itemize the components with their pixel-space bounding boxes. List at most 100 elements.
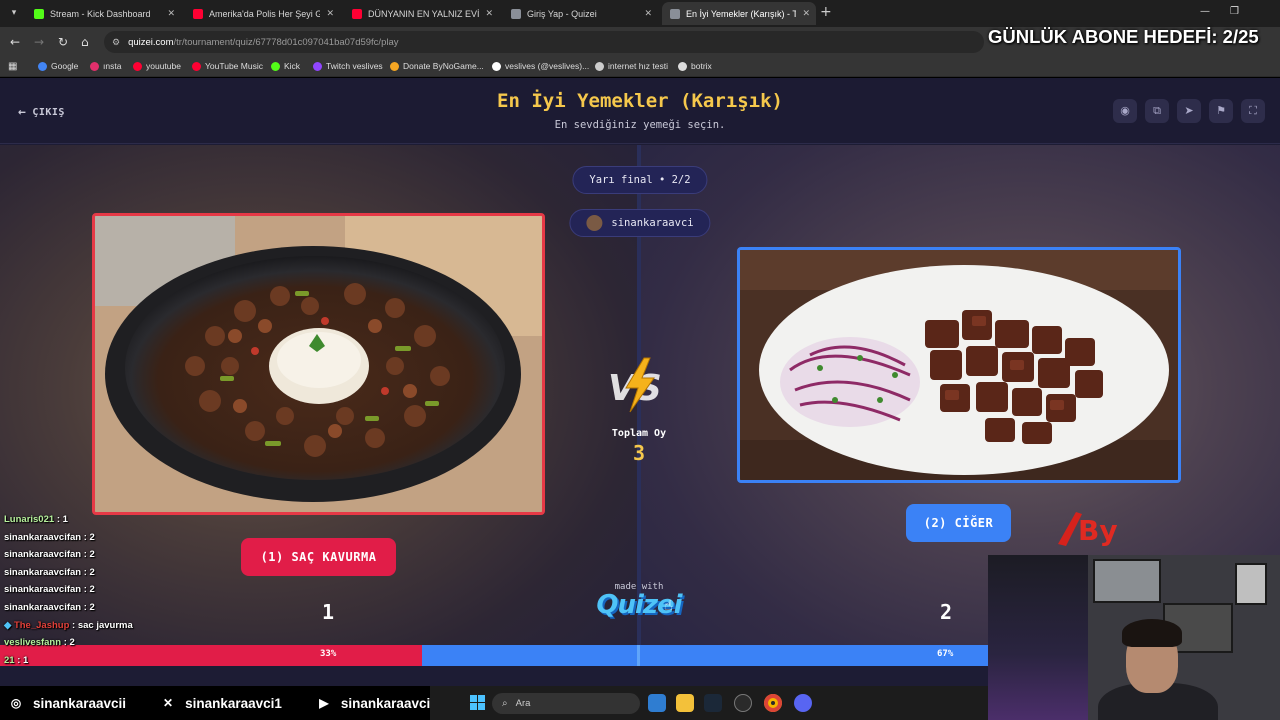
fullscreen-icon[interactable]: ⛶ [1241,99,1265,123]
tab-close-icon[interactable]: ✕ [644,8,652,19]
google-icon [38,61,47,71]
bookmark-label: Kick [284,61,301,71]
creator-badge[interactable]: sinankaraavci [569,209,711,237]
social-handle: sinankaraavcii [33,695,127,711]
tab-quizei-quiz[interactable]: En İyi Yemekler (Karışık) - Tier L ✕ [662,2,816,25]
bookmark-twitch[interactable]: Twitch veslives [313,61,383,71]
bookmark-label: ınsta [103,61,122,71]
taskbar-search-input[interactable]: ⌕ Ara [492,693,640,714]
minimize-icon[interactable]: — [1200,6,1210,17]
tab-title: DÜNYANIN EN YALNIZ EVİNDE [368,8,480,19]
new-tab-icon[interactable]: + [820,4,832,20]
bookmark-youtube[interactable]: youutube [133,61,181,71]
photos-app-icon[interactable] [648,694,666,712]
bookmark-botrix[interactable]: botrix [678,61,712,71]
quiz-subtitle: En sevdiğiniz yemeği seçin. [554,119,726,131]
left-percent-label: 33% [320,649,337,659]
social-instagram: ◎ sinankaraavcii [8,695,126,711]
chat-message: : 2 [83,549,95,561]
bar-center-marker [637,645,640,666]
bookmark-speedtest[interactable]: internet hız testi [595,61,668,71]
bookmark-google[interactable]: Google [38,61,78,71]
choose-left-button[interactable]: (1) SAÇ KAVURMA [241,538,396,576]
chat-user: sinankaraavcifan [4,566,82,578]
x-icon: ✕ [163,696,174,710]
chat-message: : 2 [83,584,95,596]
choose-right-button[interactable]: (2) CİĞER [906,504,1011,542]
reload-icon[interactable]: ↻ [58,35,68,49]
url-path: /tr/tournament/quiz/67778d01c097041ba07d… [173,36,399,48]
total-votes-label: Toplam Oy [611,428,667,439]
bookmark-insta[interactable]: ınsta [90,61,121,71]
wall-art-frame [1093,559,1161,603]
kick-favicon-icon [34,8,44,19]
avatar [586,215,603,231]
chat-user: sinankaraavcifan [4,531,82,543]
bynogame-logo-icon: By [1058,512,1118,547]
botrix-icon [678,61,687,71]
option-left-image[interactable] [92,213,545,515]
quizei-favicon-icon [511,8,521,19]
tab-close-icon[interactable]: ✕ [167,8,175,19]
share-icon[interactable]: ➤ [1177,99,1201,123]
chat-user: sinankaraavcifan [4,584,82,596]
mouse-cursor-icon: ☝ [664,598,673,614]
chat-line: veslivesfann : 2 [4,637,164,655]
chrome-icon[interactable] [764,694,782,712]
file-explorer-icon[interactable] [676,694,694,712]
webcam-neon-wall [988,555,1098,720]
maximize-icon[interactable]: ❐ [1230,6,1239,17]
quiz-header: ← ÇIKIŞ En İyi Yemekler (Karışık) En sev… [0,78,1280,144]
chat-user: The_Jashup [13,619,70,631]
eye-icon[interactable]: ◉ [1113,99,1137,123]
donate-icon [390,61,399,71]
youtube-icon: ▶ [319,696,329,710]
tab-quizei-login[interactable]: Giriş Yap - Quizei ✕ [503,2,658,25]
home-icon[interactable]: ⌂ [81,35,89,49]
bookmark-youtube-music[interactable]: YouTube Music [192,61,263,71]
chat-line: sinankaraavcifan : 2 [4,532,164,550]
tab-title: Giriş Yap - Quizei [527,8,597,19]
chat-user: 21 [4,654,15,666]
bookmark-tiktok[interactable]: veslives (@veslives)... [492,61,589,71]
speedtest-icon [595,61,604,71]
chat-user: veslivesfann [4,637,62,649]
stream-chat: Lunaris021 : 1 sinankaraavcifan : 2 sina… [4,514,164,672]
social-handles: ◎ sinankaraavcii ✕ sinankaraavci1 ▶ sinanka… [0,686,430,720]
site-info-icon[interactable]: ⚙ [112,37,120,48]
creator-name: sinankaraavci [611,217,694,229]
tab-close-icon[interactable]: ✕ [485,8,493,19]
chat-line: sinankaraavcifan : 2 [4,549,164,567]
apps-grid-icon[interactable]: ▦ [8,61,17,72]
sac-kavurma-photo [95,216,542,512]
tab-youtube-video-1[interactable]: Amerika'da Polis Her Şeyi Görüy ✕ [185,2,340,25]
tab-title: Stream - Kick Dashboard [50,8,151,19]
tab-title: Amerika'da Polis Her Şeyi Görüy [209,8,321,19]
tab-close-icon[interactable]: ✕ [326,8,334,19]
tab-kick-dashboard[interactable]: Stream - Kick Dashboard ✕ [26,2,181,25]
windows-taskbar: ⌕ Ara [430,686,988,720]
tab-youtube-video-2[interactable]: DÜNYANIN EN YALNIZ EVİNDE ✕ [344,2,499,25]
social-handle: sinankaraavci [340,695,431,711]
chat-message: : 2 [83,531,95,543]
right-percent-label: 67% [937,649,954,659]
tab-search-icon[interactable]: ▾ [6,5,22,21]
tab-close-icon[interactable]: ✕ [802,8,810,19]
bookmark-kick[interactable]: Kick [271,61,300,71]
url-field[interactable]: ⚙ quizei.com /tr/tournament/quiz/67778d0… [104,31,984,53]
chat-line: sinankaraavcifan : 2 [4,602,164,620]
discord-icon[interactable] [794,694,812,712]
steam-icon[interactable] [704,694,722,712]
bookmark-label: Donate ByNoGame... [403,61,484,71]
forward-icon[interactable]: → [34,35,44,49]
quiz-title: En İyi Yemekler (Karışık) [497,90,783,112]
app-icon[interactable] [734,694,752,712]
bookmark-donate[interactable]: Donate ByNoGame... [390,61,484,71]
twitch-icon [313,61,322,71]
back-icon[interactable]: ← [10,35,20,49]
flag-icon[interactable]: ⚑ [1209,99,1233,123]
tab-strip: ▾ Stream - Kick Dashboard ✕ Amerika'da P… [0,0,1280,27]
copy-icon[interactable]: ⧉ [1145,99,1169,123]
windows-start-icon[interactable] [470,695,486,711]
chat-user: sinankaraavcifan [4,549,82,561]
